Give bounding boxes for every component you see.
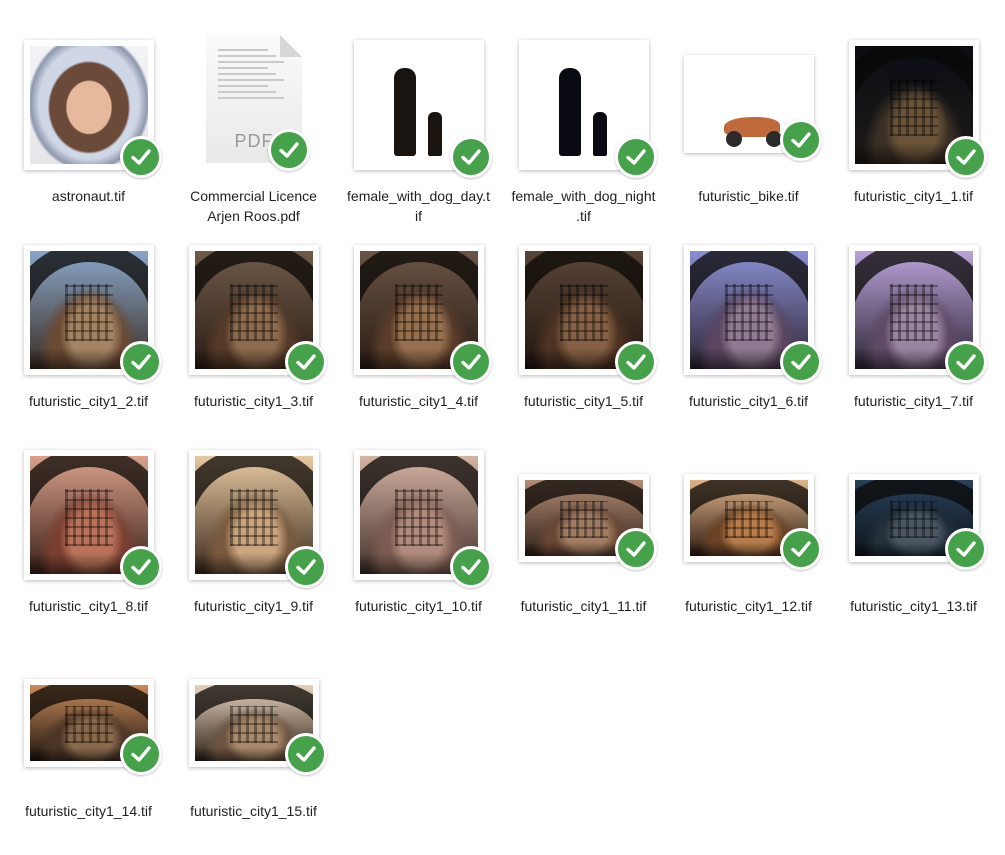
synced-check-icon [120, 733, 162, 775]
file-name-label: futuristic_city1_8.tif [28, 598, 149, 614]
file-name-label: futuristic_city1_13.tif [850, 598, 977, 614]
file-item[interactable]: PDF Commercial Licence Arjen Roos.pdf [171, 35, 336, 240]
synced-check-icon [450, 136, 492, 178]
file-name-label: futuristic_city1_11.tif [520, 598, 647, 614]
synced-check-icon [285, 733, 327, 775]
file-item[interactable]: futuristic_city1_15.tif [171, 655, 336, 855]
file-name-label: futuristic_city1_10.tif [355, 598, 482, 614]
text-line [218, 85, 268, 87]
synced-check-icon [268, 129, 310, 171]
file-item[interactable]: futuristic_city1_2.tif [6, 245, 171, 445]
dog-silhouette [593, 112, 607, 156]
file-item[interactable]: futuristic_city1_10.tif [336, 450, 501, 650]
woman-silhouette [394, 68, 416, 156]
synced-check-icon [450, 546, 492, 588]
file-name-label: futuristic_city1_14.tif [25, 803, 152, 819]
synced-check-icon [285, 341, 327, 383]
text-line [218, 79, 284, 81]
file-icon-grid: astronaut.tif PDF Commercial Licence Arjen… [0, 0, 1005, 829]
file-item[interactable]: futuristic_city1_13.tif [831, 450, 996, 650]
dog-silhouette [428, 112, 442, 156]
text-line [218, 49, 268, 51]
synced-check-icon [120, 546, 162, 588]
file-item[interactable]: futuristic_city1_8.tif [6, 450, 171, 650]
synced-check-icon [780, 341, 822, 383]
file-item[interactable]: futuristic_city1_5.tif [501, 245, 666, 445]
page-fold-icon [280, 35, 302, 57]
file-name-label: futuristic_city1_6.tif [688, 393, 809, 409]
file-name-label: Commercial Licence Arjen Roos.pdf [190, 188, 317, 224]
text-line [218, 55, 276, 57]
file-name-label: futuristic_city1_1.tif [853, 188, 974, 204]
file-item[interactable]: futuristic_city1_12.tif [666, 450, 831, 650]
file-name-label: futuristic_city1_7.tif [853, 393, 974, 409]
wheel-shape [726, 131, 742, 147]
text-line [218, 91, 276, 93]
file-item[interactable]: futuristic_city1_6.tif [666, 245, 831, 445]
synced-check-icon [285, 546, 327, 588]
synced-check-icon [780, 119, 822, 161]
file-item[interactable]: futuristic_bike.tif [666, 40, 831, 240]
file-name-label: futuristic_bike.tif [698, 188, 799, 204]
text-line [218, 61, 284, 63]
file-name-label: female_with_dog_day.t if [347, 188, 490, 224]
synced-check-icon [615, 528, 657, 570]
file-item[interactable]: futuristic_city1_1.tif [831, 40, 996, 240]
synced-check-icon [615, 136, 657, 178]
text-line [218, 67, 268, 69]
file-item[interactable]: futuristic_city1_3.tif [171, 245, 336, 445]
synced-check-icon [945, 136, 987, 178]
file-name-label: futuristic_city1_4.tif [358, 393, 479, 409]
file-name-label: futuristic_city1_5.tif [523, 393, 644, 409]
woman-silhouette [559, 68, 581, 156]
file-name-label: futuristic_city1_15.tif [190, 803, 317, 819]
file-item[interactable]: futuristic_city1_11.tif [501, 450, 666, 650]
file-name-label: futuristic_city1_9.tif [193, 598, 314, 614]
synced-check-icon [945, 341, 987, 383]
synced-check-icon [780, 528, 822, 570]
file-name-label: astronaut.tif [51, 188, 126, 204]
text-line [218, 97, 284, 99]
file-name-label: female_with_dog_night .tif [511, 188, 656, 224]
synced-check-icon [615, 341, 657, 383]
file-item[interactable]: futuristic_city1_4.tif [336, 245, 501, 445]
file-item[interactable]: female_with_dog_day.t if [336, 40, 501, 240]
file-name-label: futuristic_city1_3.tif [193, 393, 314, 409]
file-item[interactable]: futuristic_city1_7.tif [831, 245, 996, 445]
synced-check-icon [450, 341, 492, 383]
file-item[interactable]: astronaut.tif [6, 40, 171, 240]
file-item[interactable]: futuristic_city1_14.tif [6, 655, 171, 855]
file-item[interactable]: futuristic_city1_9.tif [171, 450, 336, 650]
synced-check-icon [945, 528, 987, 570]
file-item[interactable]: female_with_dog_night .tif [501, 40, 666, 240]
synced-check-icon [120, 341, 162, 383]
synced-check-icon [120, 136, 162, 178]
file-name-label: futuristic_city1_12.tif [685, 598, 812, 614]
file-name-label: futuristic_city1_2.tif [28, 393, 149, 409]
text-line [218, 73, 276, 75]
